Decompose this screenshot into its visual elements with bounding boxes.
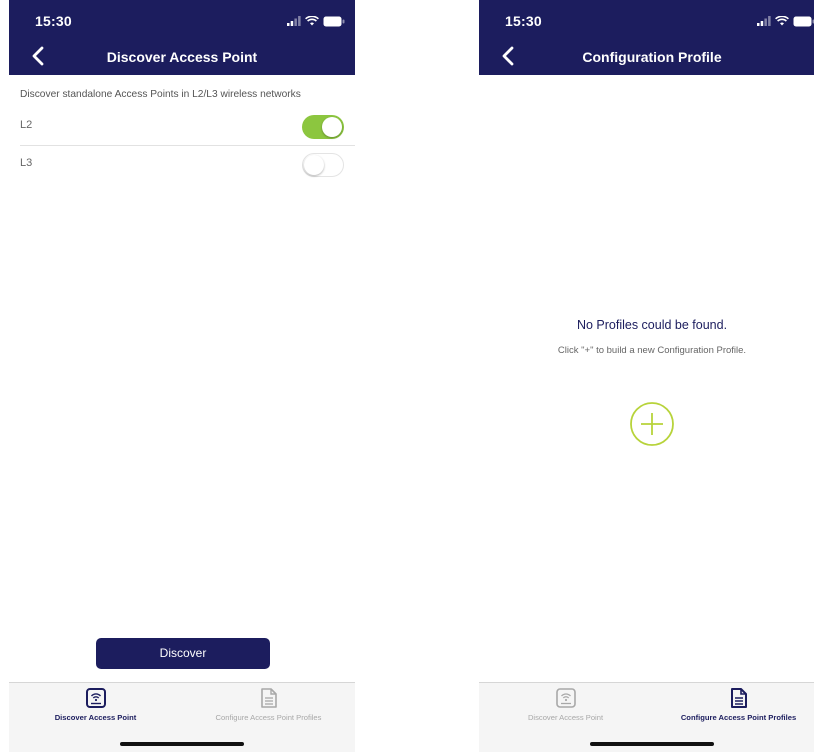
toggle-knob [304,154,324,175]
status-icons [757,15,814,27]
wifi-signal-icon [305,16,319,26]
status-time: 15:30 [505,13,542,29]
tab-bar: Discover Access Point Configure Access P… [479,682,814,752]
tab-configure-profiles[interactable]: Configure Access Point Profiles [652,683,814,727]
discover-access-point-screen: 15:30 Discover Access Point Discover sta [9,0,355,752]
tab-label: Discover Access Point [527,713,604,722]
home-indicator [120,742,244,746]
wifi-router-icon [555,688,576,708]
option-row-l3: L3 [9,146,355,184]
toggle-knob [322,117,342,137]
app-bar: 15:30 Configuration Profile [479,0,814,75]
home-indicator [590,742,714,746]
discover-description: Discover standalone Access Points in L2/… [20,89,301,100]
option-row-l2: L2 [9,108,355,146]
battery-icon [323,16,345,26]
l3-toggle[interactable] [302,153,344,177]
option-label: L3 [20,157,33,169]
tab-discover-access-point[interactable]: Discover Access Point [9,683,182,727]
plus-circle-icon[interactable] [629,401,675,447]
discover-button[interactable]: Discover [96,638,270,669]
battery-icon [793,16,814,26]
tab-configure-profiles[interactable]: Configure Access Point Profiles [182,683,355,727]
document-icon [730,688,747,708]
tab-bar: Discover Access Point Configure Access P… [9,682,355,752]
page-title: Configuration Profile [582,49,722,65]
wifi-router-icon [85,688,106,708]
app-bar: 15:30 Discover Access Point [9,0,355,75]
cellular-signal-icon [287,16,301,26]
tab-label: Configure Access Point Profiles [215,713,322,722]
tab-discover-access-point[interactable]: Discover Access Point [479,683,652,727]
status-icons [287,15,345,27]
configuration-profile-screen: 15:30 Configuration Profile No Profiles [479,0,814,752]
empty-state-subtitle: Click "+" to build a new Configuration P… [557,345,747,356]
option-label: L2 [20,119,33,131]
page-title: Discover Access Point [106,49,258,65]
status-time: 15:30 [35,13,72,29]
tab-label: Discover Access Point [54,713,137,722]
cellular-signal-icon [757,16,771,26]
wifi-signal-icon [775,16,789,26]
empty-state-title: No Profiles could be found. [576,318,728,332]
tab-label: Configure Access Point Profiles [680,713,797,722]
document-icon [260,688,277,708]
l2-toggle[interactable] [302,115,344,139]
